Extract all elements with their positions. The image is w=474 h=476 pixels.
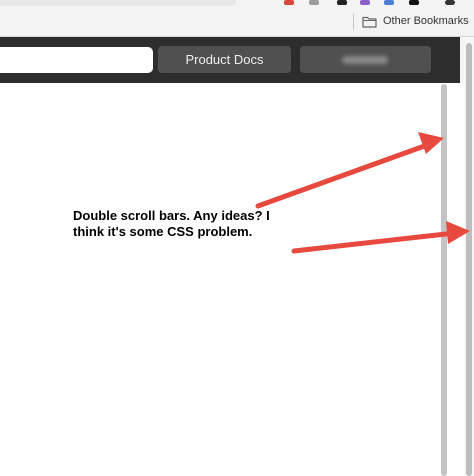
extension-icon-black[interactable] — [409, 0, 419, 5]
profile-avatar[interactable] — [445, 0, 455, 5]
bookmarks-separator — [353, 14, 354, 30]
bookmarks-bar: Other Bookmarks — [0, 8, 474, 37]
arrow-to-inner-scrollbar — [255, 141, 433, 209]
outer-scrollbar[interactable] — [464, 37, 474, 476]
extension-icon-blue[interactable] — [384, 0, 394, 5]
other-bookmarks-link[interactable]: Other Bookmarks — [383, 15, 469, 27]
extension-icon-dark[interactable] — [337, 0, 347, 5]
site-header: Product Docs — [0, 37, 460, 83]
browser-tab[interactable] — [0, 0, 236, 6]
product-docs-button[interactable]: Product Docs — [158, 46, 291, 73]
extension-icon-red[interactable] — [284, 0, 294, 5]
inner-scrollbar-thumb[interactable] — [441, 84, 447, 476]
screenshot: Other Bookmarks Product Docs Double scro… — [0, 0, 474, 476]
outer-scrollbar-thumb[interactable] — [466, 43, 472, 476]
search-input[interactable] — [0, 47, 153, 73]
extension-icon-gray[interactable] — [309, 0, 319, 5]
annotation-text: Double scroll bars. Any ideas? I think i… — [73, 208, 270, 239]
browser-tab-strip — [0, 0, 474, 8]
redacted-nav-button[interactable] — [300, 46, 431, 73]
folder-icon[interactable] — [362, 15, 377, 28]
extension-icon-purple[interactable] — [360, 0, 370, 5]
arrow-to-outer-scrollbar — [291, 230, 458, 254]
inner-scrollbar[interactable] — [440, 84, 448, 476]
redacted-label — [342, 56, 388, 64]
